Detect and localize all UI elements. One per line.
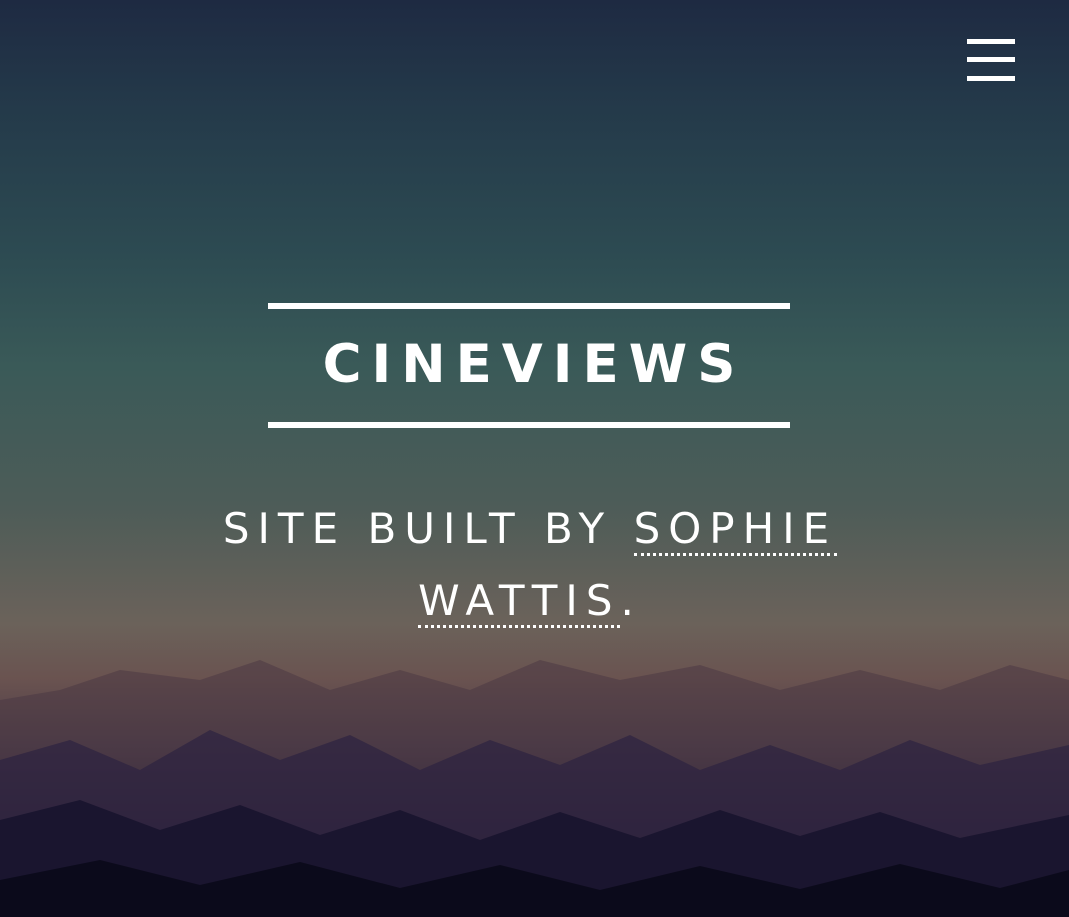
- hamburger-menu-icon-bar: [967, 57, 1015, 62]
- menu-button[interactable]: [967, 39, 1015, 81]
- low-poly-mountains: [0, 660, 1069, 917]
- background-image: [0, 0, 1069, 917]
- credit-prefix: SITE BUILT BY: [222, 504, 634, 553]
- site-credit: SITE BUILT BY SOPHIE WATTIS.: [180, 493, 880, 637]
- site-title-box: CINEVIEWS: [268, 303, 790, 428]
- hamburger-menu-icon-bar: [967, 76, 1015, 81]
- hamburger-menu-icon: [967, 39, 1015, 44]
- credit-suffix: .: [620, 576, 642, 625]
- site-title: CINEVIEWS: [322, 334, 746, 395]
